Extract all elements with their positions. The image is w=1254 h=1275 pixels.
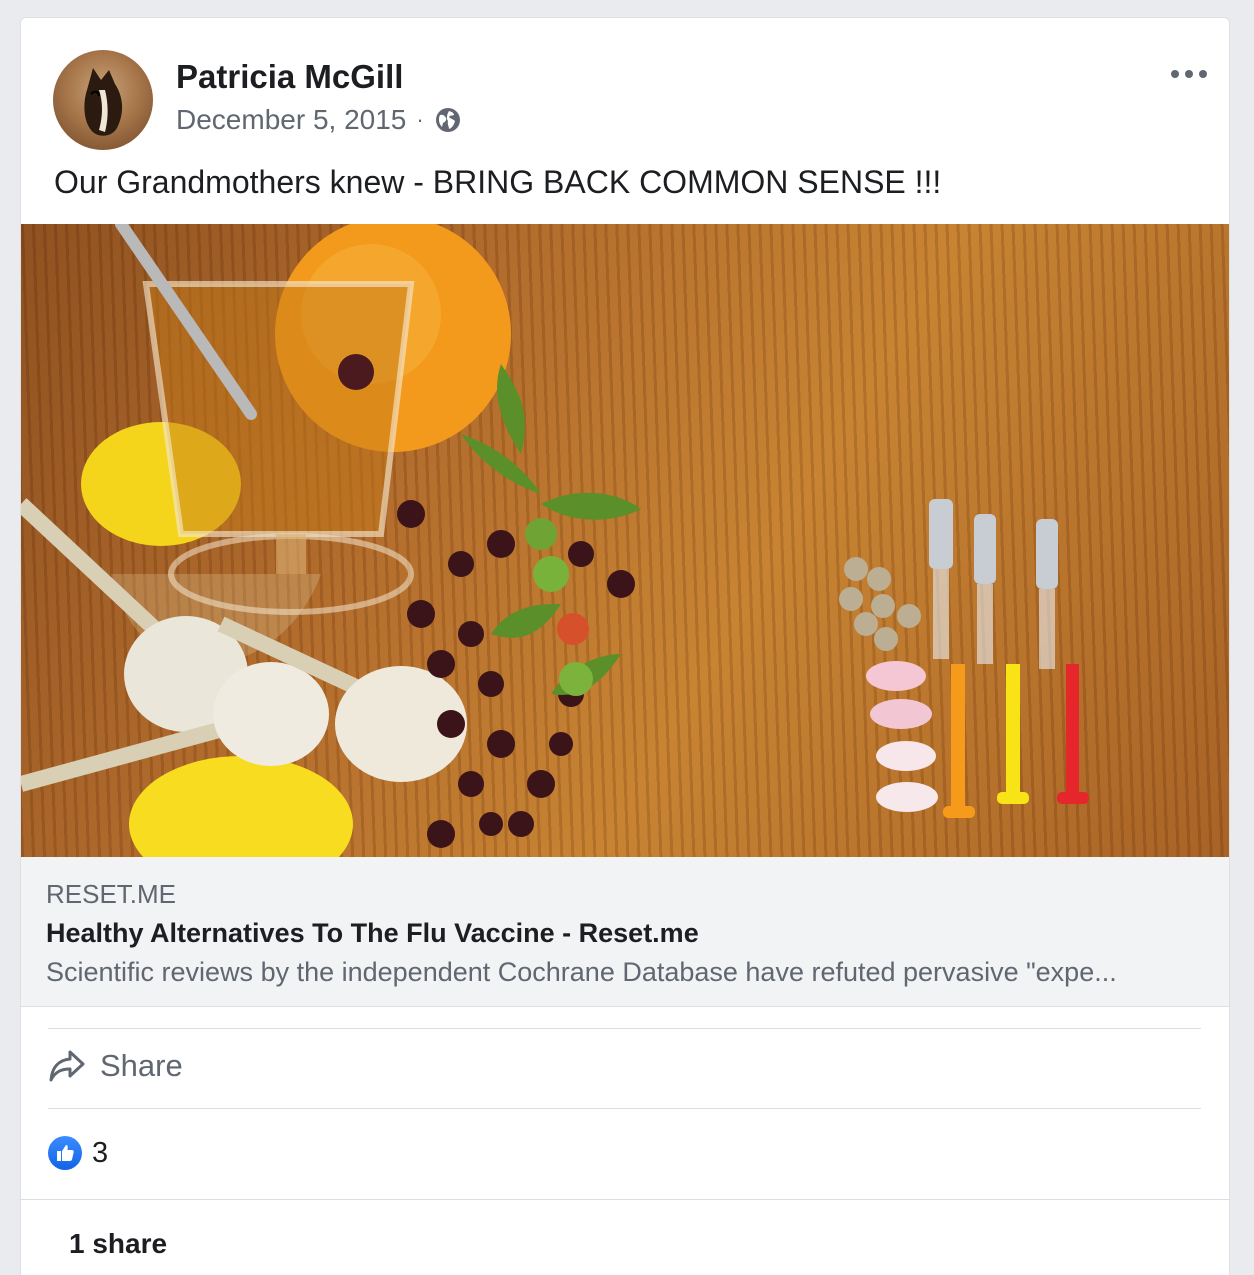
post-date[interactable]: December 5, 2015 [176,104,406,136]
dot-icon [1199,70,1207,78]
reaction-summary[interactable]: 3 [48,1136,108,1170]
link-preview-image[interactable] [21,224,1229,857]
pills [866,661,938,812]
author-name[interactable]: Patricia McGill [176,58,403,96]
meta-separator: · [416,107,424,132]
link-preview[interactable]: RESET.ME Healthy Alternatives To The Flu… [21,857,1229,1007]
link-title[interactable]: Healthy Alternatives To The Flu Vaccine … [46,918,1204,949]
share-button[interactable]: Share [48,1048,183,1084]
avatar[interactable] [53,50,153,150]
divider [21,1199,1229,1200]
post-text: Our Grandmothers knew - BRING BACK COMMO… [54,164,942,200]
share-label: Share [100,1048,183,1083]
globe-icon[interactable] [434,106,462,134]
dot-icon [1171,70,1179,78]
horse-portrait-icon [84,68,123,136]
post-card: Patricia McGill December 5, 2015 · Our G… [20,17,1230,1275]
tea-glass [142,281,415,615]
link-description: Scientific reviews by the independent Co… [46,957,1117,987]
reaction-count: 3 [92,1136,109,1169]
more-options-button[interactable] [1171,62,1207,86]
like-icon [48,1136,82,1170]
divider [48,1028,1201,1029]
post-meta: December 5, 2015 · [176,104,462,136]
share-count[interactable]: 1 share [69,1228,167,1260]
syringes [929,499,1089,818]
share-arrow-icon [49,1050,85,1082]
tablets [839,557,921,651]
divider [48,1108,1201,1109]
link-domain: RESET.ME [46,879,177,909]
herbal-remedies-vs-medicine-photo [21,224,1089,857]
dot-icon [1185,70,1193,78]
